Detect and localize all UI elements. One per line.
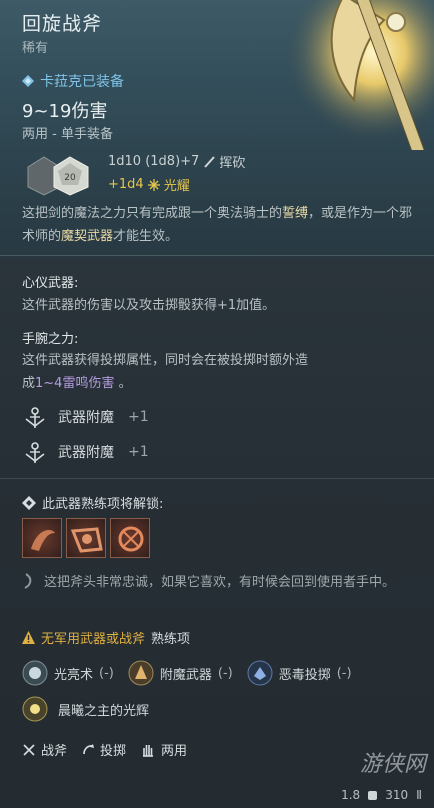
damage-type-2: 光耀 xyxy=(163,179,190,194)
enchantment-value: +1 xyxy=(128,444,149,460)
dawnmaster-radiance-icon[interactable] xyxy=(22,696,48,722)
unlock-label: 此武器熟练项将解锁: xyxy=(42,497,164,512)
damage-line-slashing: 1d10 (1d8)+7 挥砍 xyxy=(108,152,245,171)
tag-throw: 投掷 xyxy=(81,740,126,759)
damage-dice-1: 1d10 (1d8)+7 xyxy=(108,154,200,169)
proficiency-actions xyxy=(22,518,150,558)
spell-name: 附魔武器 xyxy=(159,667,212,683)
item-price: 310 xyxy=(385,788,409,802)
damage-range: 9~19伤害 xyxy=(22,101,108,122)
enchantment-label: 武器附魔 xyxy=(58,410,114,426)
tag-label: 战斧 xyxy=(41,744,68,759)
enchant-weapon-spell-icon[interactable] xyxy=(128,660,154,686)
action-icon xyxy=(118,526,144,552)
axe-artwork xyxy=(284,0,434,150)
damage-type-1: 挥砍 xyxy=(219,156,246,171)
light-spell-icon[interactable] xyxy=(22,660,48,686)
item-rarity: 稀有 xyxy=(22,41,49,56)
item-description: 这把剑的魔法之力只有完成跟一个奥法骑士的誓缚，或是作为一个邪术师的魔契武器才能生… xyxy=(22,202,417,248)
proficiency-warning: 无军用武器或战斧 熟练项 xyxy=(22,628,190,647)
section-divider xyxy=(0,255,434,256)
warning-icon xyxy=(22,631,35,644)
loyalty-note: 这把斧头非常忠诚，如果它喜欢，有时候会回到使用者手中。 xyxy=(22,572,422,594)
proficiency-action-1[interactable] xyxy=(22,518,62,558)
trait-body-2-end: 。 xyxy=(118,376,132,391)
trait-body-2a: 这件武器获得投掷属性，同时会在被投掷时额外造 xyxy=(22,353,309,368)
warning-plain: 熟练项 xyxy=(151,632,191,647)
thunder-damage: 1~4雷鸣伤害 xyxy=(35,376,115,391)
trait-body-2b: 成 xyxy=(22,376,36,391)
trait-body-2: 这件武器获得投掷属性，同时会在被投掷时额外造 成1~4雷鸣伤害 。 xyxy=(22,349,417,395)
description-suffix: 才能生效。 xyxy=(113,229,179,244)
watermark: 游侠网 xyxy=(359,752,426,777)
description-oath: 誓缚 xyxy=(282,206,309,221)
tag-label: 两用 xyxy=(161,744,188,759)
description-prefix: 这把剑的魔法之力只有完成跟一个奥法骑士的 xyxy=(22,206,283,221)
spell-list: 光亮术 (-) 附魔武器 (-) 恶毒投掷 (-) xyxy=(22,660,360,686)
spell-name: 恶毒投掷 xyxy=(278,667,331,683)
enchantment-value: +1 xyxy=(128,409,149,425)
dice-icon: 20 xyxy=(27,156,89,196)
hint-icon xyxy=(24,573,32,589)
enchantment-row: 武器附魔 +1 xyxy=(22,404,149,430)
trait-body-1: 这件武器的伤害以及攻击掷骰获得+1加值。 xyxy=(22,298,276,313)
weapon-tags: 战斧 投掷 两用 xyxy=(22,740,187,759)
action-icon xyxy=(70,527,103,553)
enchant-icon xyxy=(25,407,45,428)
spell-status: (-) xyxy=(99,665,114,681)
item-weight: 1.8 xyxy=(341,788,361,802)
coin-icon: Ⅱ xyxy=(416,788,422,802)
damage-line-radiant: +1d4 光耀 xyxy=(108,175,190,194)
handedness: 两用 - 单手装备 xyxy=(22,127,113,142)
item-tooltip: 回旋战斧 稀有 卡菈克已装备 9~19伤害 两用 - 单手装备 20 1d10 … xyxy=(0,0,434,808)
loyalty-text: 这把斧头非常忠诚，如果它喜欢，有时候会回到使用者手中。 xyxy=(44,575,396,590)
unlock-icon xyxy=(22,495,36,510)
enchantment-label: 武器附魔 xyxy=(58,445,114,461)
warning-colored: 无军用武器或战斧 xyxy=(41,632,146,647)
enchant-icon xyxy=(25,442,45,463)
item-footer: 1.8 310 Ⅱ xyxy=(341,788,422,802)
equipped-status: 卡菈克已装备 xyxy=(22,71,124,91)
tag-label: 投掷 xyxy=(100,744,127,759)
damage-dice-2: +1d4 xyxy=(108,177,144,192)
section-divider xyxy=(0,478,434,479)
hex-throw-spell-icon[interactable] xyxy=(247,660,273,686)
enchantment-row: 武器附魔 +1 xyxy=(22,439,149,465)
proficiency-action-2[interactable] xyxy=(66,518,106,558)
hand-icon xyxy=(143,744,154,757)
tag-versatile: 两用 xyxy=(140,740,187,759)
diamond-icon xyxy=(22,75,34,87)
weight-icon xyxy=(368,790,378,800)
equipped-label: 卡菈克已装备 xyxy=(40,74,124,90)
trait-heading-1: 心仪武器: xyxy=(22,276,79,291)
svg-text:20: 20 xyxy=(64,173,76,183)
spell-extra-name: 晨曦之主的光辉 xyxy=(58,703,150,719)
action-icon xyxy=(31,530,55,551)
throw-icon xyxy=(83,743,95,754)
axe-icon xyxy=(23,743,35,756)
spell-status: (-) xyxy=(217,665,233,681)
description-pact: 魔契武器 xyxy=(61,229,114,244)
spell-name: 光亮术 xyxy=(54,667,94,683)
item-title: 回旋战斧 xyxy=(22,13,103,35)
spell-status: (-) xyxy=(336,665,352,681)
radiant-icon xyxy=(147,178,160,191)
slash-icon xyxy=(204,155,216,168)
proficiency-unlock: 此武器熟练项将解锁: xyxy=(22,493,163,512)
trait-heading-2: 手腕之力: xyxy=(22,332,79,347)
tag-axe: 战斧 xyxy=(22,740,67,759)
proficiency-action-3[interactable] xyxy=(110,518,150,558)
spell-extra: 晨曦之主的光辉 xyxy=(22,696,149,722)
